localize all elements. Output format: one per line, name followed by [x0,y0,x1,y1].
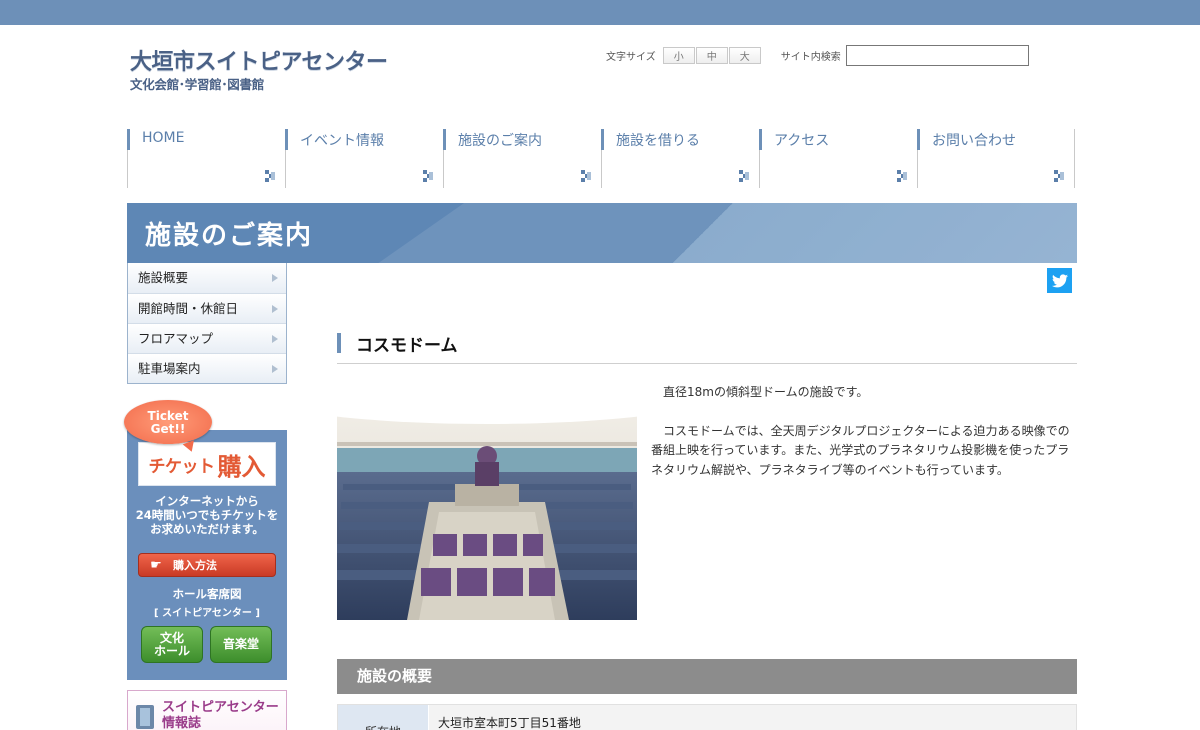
top-bar [0,0,1200,25]
sidenav-label: 駐車場案内 [138,361,201,376]
site-logo[interactable]: 大垣市スイトピアセンター 文化会館･学習館･図書館 [130,50,388,94]
search-input[interactable] [845,44,1029,66]
pixel-arrow-icon [423,170,433,182]
bubble-line2: Get!! [150,422,186,436]
page-title: 施設のご案内 [145,221,314,251]
ticket-text-line: インターネットから [155,494,259,508]
ticket-get-bubble: Ticket Get!! [124,400,212,444]
ticket-buy-button[interactable]: チケット 購入 [138,442,276,486]
pixel-arrow-icon [265,170,275,182]
ticket-buy-big: 購入 [217,452,266,481]
search-label: サイト内検索 [780,51,841,63]
twitter-icon [1051,273,1068,287]
pixel-arrow-icon [581,170,591,182]
gnav-label: 施設を借りる [616,133,700,149]
seat-map-title: ホール客席図 [172,587,242,601]
chevron-right-icon [272,365,278,373]
pointing-hand-icon: ☛ [150,557,162,573]
hall1-line2: ホール [153,643,190,658]
gnav-label: 施設のご案内 [458,133,542,149]
hall1-line1: 文化 [159,630,184,645]
concert-hall-button[interactable]: 音楽堂 [210,626,272,663]
gnav-item-contact[interactable]: お問い合わせ [917,129,1075,188]
culture-hall-button[interactable]: 文化 ホール [141,626,203,663]
info-mag-line1: スイトピアセンター [162,700,279,715]
table-header-cell: 所在地 [338,705,429,730]
facility-description: 直径18mの傾斜型ドームの施設です。 コスモドームでは、全天周デジタルプロジェク… [651,383,1076,480]
table-cell: 大垣市室本町5丁目51番地 [429,705,1076,730]
sidenav-item-floormap[interactable]: フロアマップ [128,323,286,353]
description-paragraph: 直径18mの傾斜型ドームの施設です。 [663,385,869,399]
font-size-label: 文字サイズ [606,51,656,63]
sidenav-item-overview[interactable]: 施設概要 [128,263,286,293]
nav-accent-bar [759,129,762,150]
gnav-label: イベント情報 [300,133,384,149]
page-banner: 施設のご案内 [127,203,1077,263]
ticket-description: インターネットから 24時間いつでもチケットを お求めいただけます。 [127,494,287,536]
pixel-arrow-icon [897,170,907,182]
sidenav-item-hours[interactable]: 開館時間・休館日 [128,293,286,323]
info-magazine-title: スイトピアセンター 情報誌 [162,700,279,730]
ticket-text-line: 24時間いつでもチケットを [135,508,279,522]
gnav-item-facilities[interactable]: 施設のご案内 [443,129,601,188]
nav-accent-bar [601,129,604,150]
global-nav: HOME イベント情報 施設のご案内 施設を借りる アクセス お問い合わせ [127,129,1077,188]
chevron-right-icon [272,305,278,313]
nav-accent-bar [127,129,130,150]
side-nav: 施設概要 開館時間・休館日 フロアマップ 駐車場案内 [127,263,287,384]
site-subtitle: 文化会館･学習館･図書館 [130,77,264,92]
font-size-medium-button[interactable]: 中 [695,46,728,64]
book-icon [136,705,154,729]
font-size-large-button[interactable]: 大 [728,46,761,64]
gnav-item-home[interactable]: HOME [127,129,285,188]
info-magazine-banner[interactable]: スイトピアセンター 情報誌 [127,690,287,730]
font-size-small-button[interactable]: 小 [662,46,695,64]
heading-accent-bar [337,333,341,353]
gnav-item-rental[interactable]: 施設を借りる [601,129,759,188]
planetarium-photo [337,384,637,620]
gnav-label: お問い合わせ [932,133,1016,149]
gnav-label: HOME [142,130,185,146]
nav-accent-bar [285,129,288,150]
sidenav-label: 施設概要 [138,270,189,285]
pixel-arrow-icon [739,170,749,182]
pixel-arrow-icon [1054,170,1064,182]
overview-heading: 施設の概要 [337,659,1077,694]
site-title: 大垣市スイトピアセンター [130,50,388,75]
info-mag-line2: 情報誌 [162,716,202,730]
header-tools: 文字サイズ 小 中 大 サイト内検索 [606,44,1029,66]
section-title: コスモドーム [356,336,458,356]
nav-accent-bar [917,129,920,150]
sidenav-label: 開館時間・休館日 [138,301,239,316]
howto-label: 購入方法 [173,559,217,572]
seat-map-subtitle: [ スイトピアセンター ] [154,608,260,619]
nav-accent-bar [443,129,446,150]
ticket-text-line: お求めいただけます。 [150,522,264,536]
gnav-label: アクセス [774,133,830,149]
hall2-label: 音楽堂 [222,637,259,651]
ticket-buy-small: チケット [148,456,216,477]
chevron-right-icon [272,335,278,343]
sidenav-label: フロアマップ [138,331,214,346]
twitter-share-button[interactable] [1047,268,1072,293]
chevron-right-icon [272,274,278,282]
gnav-item-events[interactable]: イベント情報 [285,129,443,188]
sidenav-item-parking[interactable]: 駐車場案内 [128,353,286,383]
gnav-item-access[interactable]: アクセス [759,129,917,188]
section-heading: コスモドーム [337,331,1077,364]
overview-table: 所在地 大垣市室本町5丁目51番地 [337,704,1077,730]
description-paragraph: コスモドームでは、全天周デジタルプロジェクターによる迫力ある映像での番組上映を行… [651,423,1070,477]
purchase-howto-button[interactable]: ☛ 購入方法 [138,553,276,577]
